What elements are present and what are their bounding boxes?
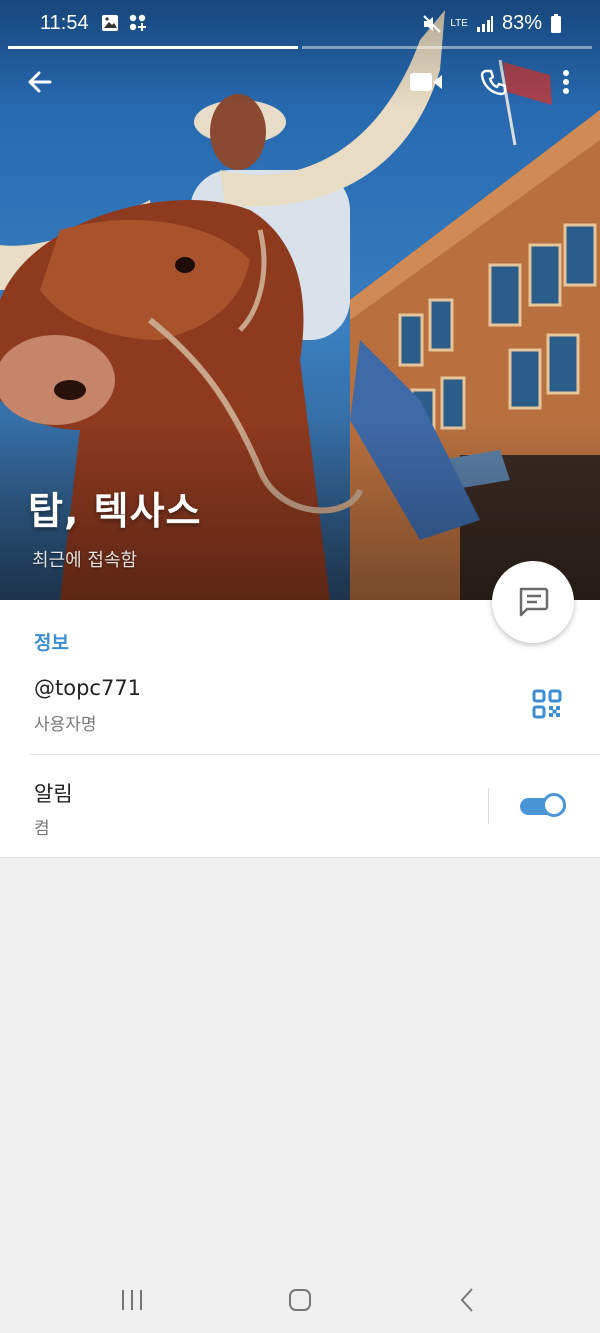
username-label: 사용자명 xyxy=(34,715,97,735)
video-call-icon xyxy=(410,73,442,91)
chevron-left-icon xyxy=(460,1288,473,1312)
status-bar: 11:54 LTE 83% xyxy=(0,0,600,46)
username-row[interactable]: @topc771 사용자명 xyxy=(0,670,600,754)
notifications-status: 켬 xyxy=(34,819,50,839)
notifications-label: 알림 xyxy=(34,782,73,806)
apps-notification-icon xyxy=(129,14,146,31)
more-options-button[interactable] xyxy=(544,60,588,104)
story-progress-active xyxy=(8,46,298,49)
mute-icon xyxy=(423,14,442,33)
message-icon xyxy=(519,587,549,617)
qr-code-icon[interactable] xyxy=(531,688,563,720)
signal-icon xyxy=(476,15,493,32)
home-icon xyxy=(289,1289,311,1311)
home-button[interactable] xyxy=(280,1284,320,1316)
toggle-knob xyxy=(542,793,566,817)
send-message-button[interactable] xyxy=(492,561,574,643)
phone-icon xyxy=(480,69,507,96)
call-button[interactable] xyxy=(472,60,516,104)
recent-apps-icon xyxy=(122,1290,142,1310)
back-button[interactable] xyxy=(18,60,62,104)
recent-apps-button[interactable] xyxy=(112,1284,152,1316)
info-section-title: 정보 xyxy=(34,632,69,654)
info-card: 정보 @topc771 사용자명 알림 켬 xyxy=(0,600,600,858)
gallery-notification-icon xyxy=(102,15,118,31)
arrow-left-icon xyxy=(28,71,52,93)
vertical-separator xyxy=(488,788,489,824)
video-call-button[interactable] xyxy=(404,60,448,104)
username-value[interactable]: @topc771 xyxy=(34,676,141,700)
profile-name: 탑, 텍사스 xyxy=(28,489,202,533)
status-time: 11:54 xyxy=(40,12,89,34)
story-progress-inactive xyxy=(302,46,592,49)
network-type: LTE xyxy=(450,17,468,29)
notifications-toggle[interactable] xyxy=(518,792,570,820)
last-seen-status: 최근에 접속함 xyxy=(32,550,138,571)
system-navigation-bar xyxy=(0,1266,600,1333)
back-nav-button[interactable] xyxy=(448,1284,488,1316)
more-vertical-icon xyxy=(563,70,569,94)
battery-percent: 83% xyxy=(501,12,542,34)
notifications-row[interactable]: 알림 켬 xyxy=(0,756,600,856)
row-divider xyxy=(30,754,600,755)
battery-icon xyxy=(551,13,561,33)
